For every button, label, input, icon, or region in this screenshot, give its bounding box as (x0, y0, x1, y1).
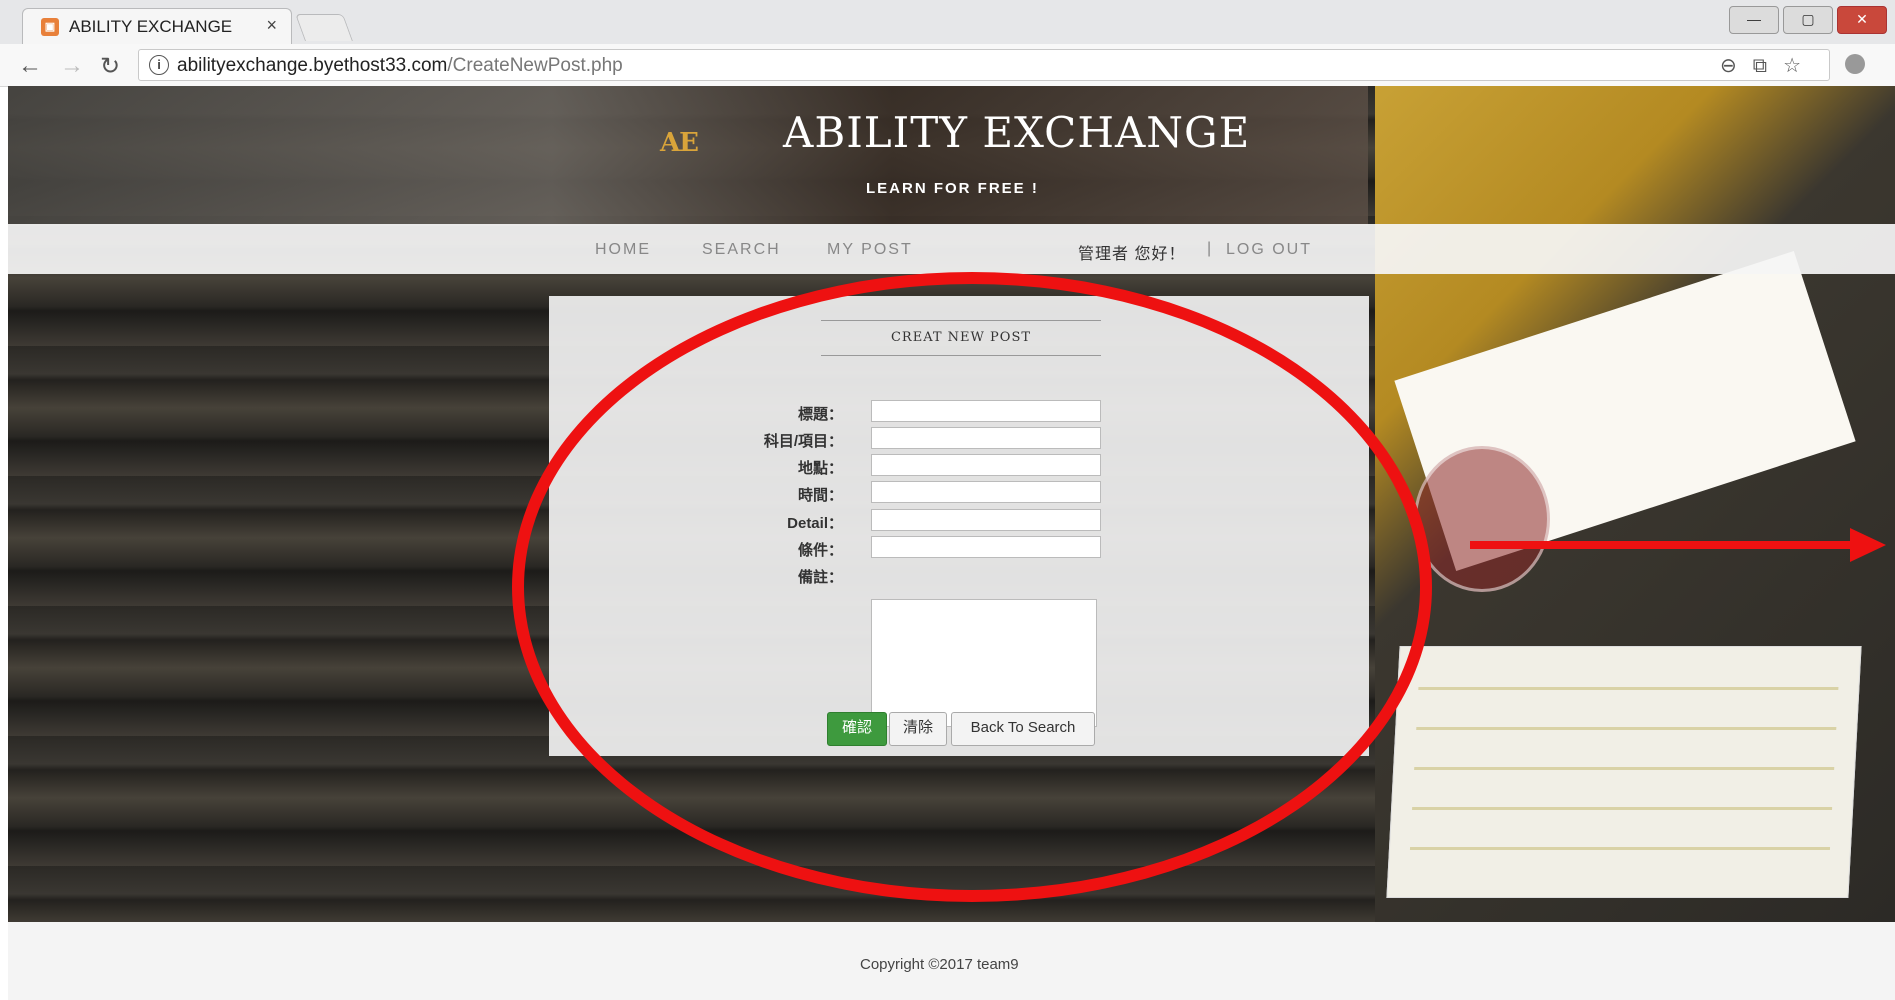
site-info-icon[interactable]: i (149, 55, 169, 75)
forward-arrow-icon[interactable]: → (60, 52, 84, 80)
new-tab-button[interactable] (295, 14, 353, 41)
tab-title: ABILITY EXCHANGE (69, 17, 233, 36)
tab-close-icon[interactable]: × (266, 15, 277, 36)
maximize-button[interactable]: ▢ (1783, 6, 1833, 34)
main-nav: HOME SEARCH MY POST 管理者 您好！ | LOG OUT (8, 224, 1895, 274)
nav-home[interactable]: HOME (595, 241, 651, 259)
annotation-ellipse (512, 272, 1432, 902)
photo-open-book (1386, 646, 1862, 898)
close-window-button[interactable]: ✕ (1837, 6, 1887, 34)
url-host: abilityexchange.byethost33.com (177, 55, 448, 76)
user-greeting: 管理者 您好！ (1078, 246, 1186, 263)
url-path: /CreateNewPost.php (447, 55, 623, 76)
site-footer: Copyright ©2017 team9 (8, 922, 1895, 1000)
window-controls: — ▢ ✕ (1729, 6, 1887, 34)
minimize-button[interactable]: — (1729, 6, 1779, 34)
reload-icon[interactable]: ↻ (100, 52, 120, 81)
translate-icon[interactable]: ⧉ (1753, 55, 1783, 77)
address-bar-actions: ⊖⧉☆ (1720, 53, 1817, 78)
site-title: ABILITY EXCHANGE (783, 108, 1251, 157)
nav-my-post[interactable]: MY POST (827, 241, 913, 259)
browser-toolbar: ← → ↻ i abilityexchange.byethost33.com/C… (0, 44, 1895, 87)
photo-cup (1414, 446, 1550, 592)
browser-tab-bar: ▣ ABILITY EXCHANGE × — ▢ ✕ (0, 0, 1895, 45)
nav-separator: | (1207, 240, 1212, 257)
back-arrow-icon[interactable]: ← (18, 52, 42, 80)
annotation-arrow-icon (1850, 528, 1886, 562)
site-header: AE ABILITY EXCHANGE LEARN FOR FREE ! (8, 86, 1895, 224)
site-favicon-icon: ▣ (41, 18, 59, 36)
bookmark-star-icon[interactable]: ☆ (1783, 55, 1817, 77)
site-logo[interactable]: AE (660, 116, 760, 166)
address-bar-input[interactable]: i abilityexchange.byethost33.com/CreateN… (138, 49, 1830, 81)
logo-text: AE (660, 128, 699, 158)
nav-log-out[interactable]: LOG OUT (1226, 241, 1312, 259)
annotation-arrow-shaft (1470, 541, 1860, 549)
browser-tab[interactable]: ▣ ABILITY EXCHANGE × (22, 8, 292, 45)
copyright-text: Copyright ©2017 team9 (860, 956, 1019, 973)
extension-icon[interactable] (1845, 54, 1865, 74)
nav-search[interactable]: SEARCH (702, 241, 781, 259)
url-text: abilityexchange.byethost33.com/CreateNew… (177, 55, 623, 77)
zoom-icon[interactable]: ⊖ (1720, 55, 1753, 77)
site-tagline: LEARN FOR FREE ! (866, 180, 1039, 197)
